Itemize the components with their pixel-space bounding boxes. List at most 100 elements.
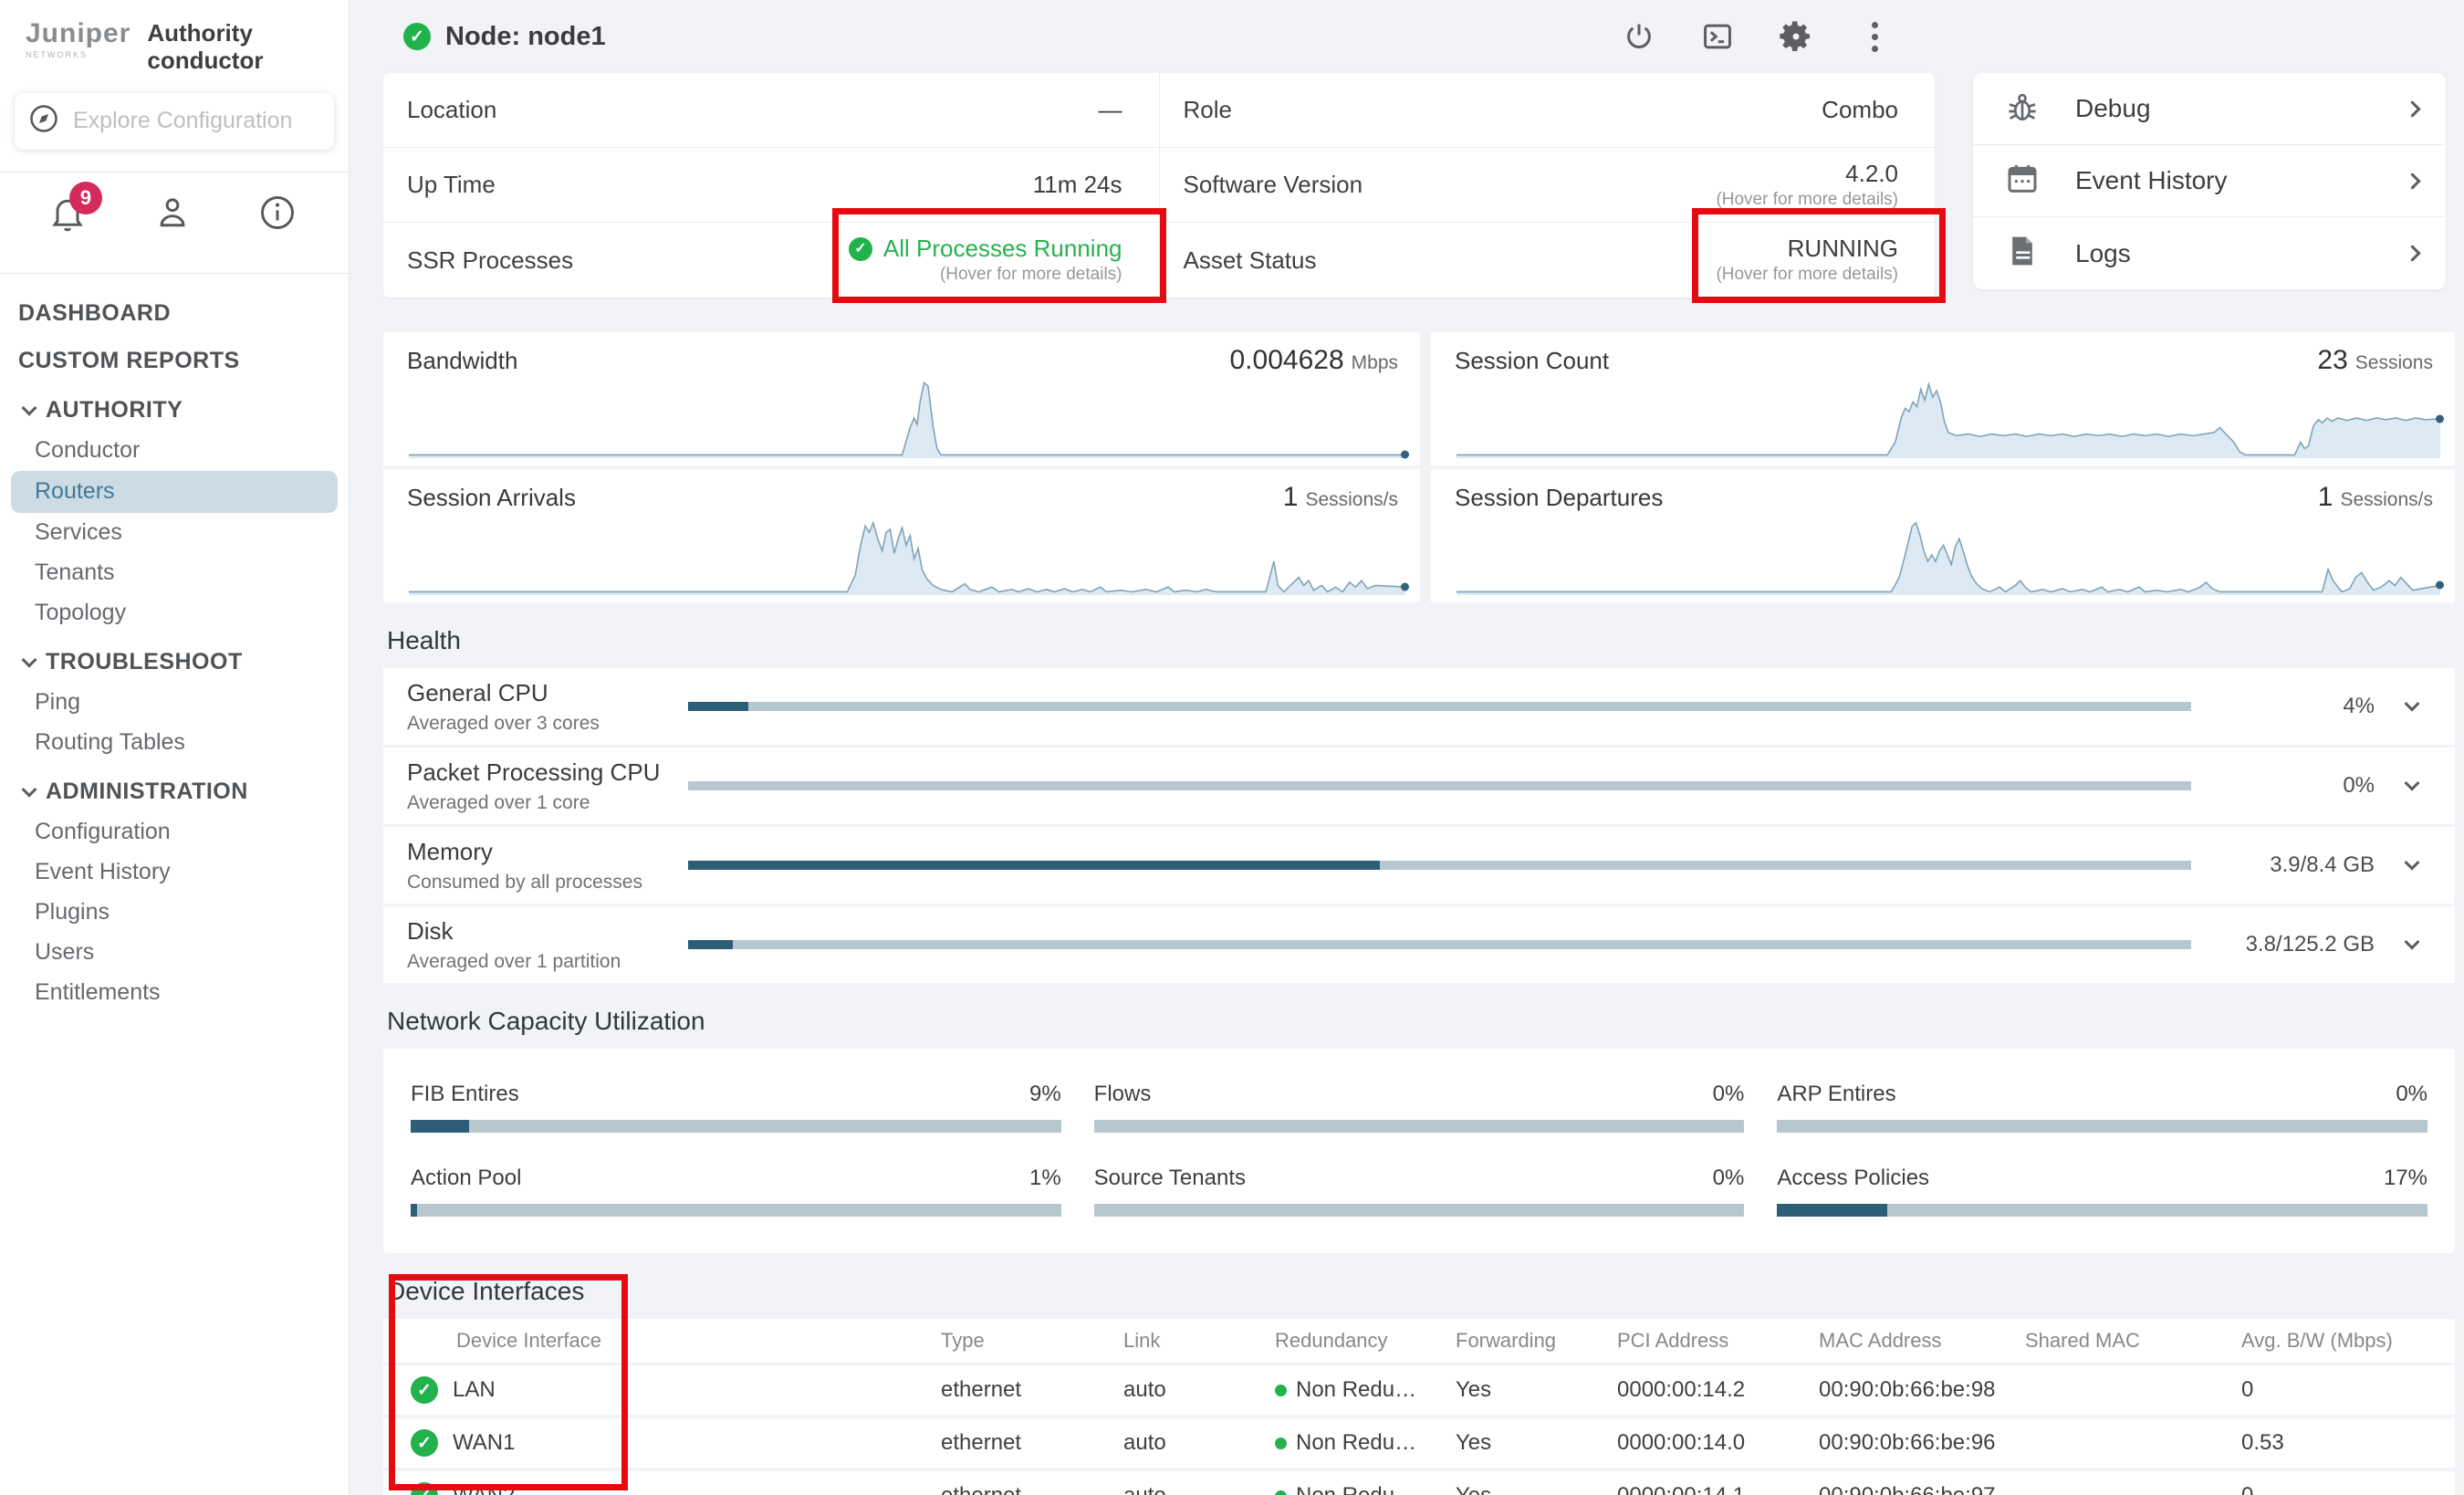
health-label-block: DiskAveraged over 1 partition <box>383 917 688 973</box>
terminal-icon[interactable] <box>1699 18 1736 55</box>
health-sublabel: Averaged over 1 partition <box>407 951 688 973</box>
info-cell-ssr-processes: SSR Processes✓All Processes Running(Hove… <box>383 223 1160 298</box>
interface-avg-bw: 0.53 <box>2241 1430 2455 1456</box>
green-dot-icon <box>1275 1385 1287 1396</box>
sidebar-item-routers[interactable]: Routers <box>11 471 338 513</box>
sidebar-item-users[interactable]: Users <box>0 933 349 973</box>
health-rows: General CPUAveraged over 3 cores4%Packet… <box>383 668 2455 983</box>
redundancy-text: Non Redu… <box>1296 1430 1416 1456</box>
expand-chevron-icon[interactable] <box>2400 701 2424 712</box>
chart-current-value: 0.004628Mbps <box>1230 345 1399 376</box>
sidebar-item-event-history[interactable]: Event History <box>0 852 349 893</box>
bug-icon <box>2004 89 2041 130</box>
sidebar: Juniper NETWORKS Authority conductor <box>0 0 350 1495</box>
chevron-down-icon <box>22 652 37 667</box>
interface-forwarding: Yes <box>1456 1377 1617 1403</box>
health-label: General CPU <box>407 679 688 707</box>
chart-value-number: 0.004628 <box>1230 345 1344 376</box>
sidebar-item-services[interactable]: Services <box>0 513 349 553</box>
sparkline <box>409 515 1405 595</box>
chart-value-unit: Sessions/s <box>2340 489 2433 511</box>
health-heading: Health <box>387 626 2455 655</box>
column-header-link: Link <box>1123 1329 1275 1353</box>
interface-pci-address: 0000:00:14.1 <box>1617 1483 1819 1495</box>
interface-type: ethernet <box>941 1430 1123 1456</box>
notification-badge: 9 <box>69 182 102 214</box>
interface-row-wan2[interactable]: ✓WAN2ethernetautoNon Redu…Yes0000:00:14.… <box>383 1471 2455 1495</box>
interface-mac-address: 00:90:0b:66:be:97 <box>1819 1483 2025 1495</box>
sidebar-item-label: Tenants <box>35 559 115 586</box>
chevron-right-icon <box>2404 245 2420 261</box>
node-status-check-icon: ✓ <box>403 23 431 50</box>
gear-icon[interactable] <box>1778 18 1814 55</box>
health-sublabel: Consumed by all processes <box>407 872 688 894</box>
chart-session-departures: Session Departures1Sessions/s <box>1431 469 2455 602</box>
expand-chevron-icon[interactable] <box>2400 939 2424 950</box>
sidebar-item-label: Services <box>35 519 122 546</box>
calendar-icon <box>2004 161 2041 202</box>
capacity-card: FIB Entires9%Flows0%ARP Entires0%Action … <box>383 1049 2455 1253</box>
sidebar-item-configuration[interactable]: Configuration <box>0 812 349 852</box>
sidebar-item-topology[interactable]: Topology <box>0 593 349 633</box>
interface-mac-address: 00:90:0b:66:be:98 <box>1819 1377 2025 1403</box>
explore-configuration-search[interactable] <box>15 93 334 150</box>
expand-chevron-icon[interactable] <box>2400 860 2424 871</box>
interface-name: WAN1 <box>453 1430 515 1456</box>
health-value: 3.8/125.2 GB <box>2215 932 2375 957</box>
sidebar-item-ping[interactable]: Ping <box>0 683 349 723</box>
expand-chevron-icon[interactable] <box>2400 780 2424 791</box>
column-header-pci-address: PCI Address <box>1617 1329 1819 1353</box>
app-title-line2: conductor <box>147 47 263 75</box>
sidebar-item-dashboard[interactable]: DASHBOARD <box>0 294 349 334</box>
sidebar-item-administration[interactable]: ADMINISTRATION <box>0 772 349 812</box>
capacity-percent: 0% <box>2396 1082 2427 1107</box>
info-value: — <box>1099 96 1122 124</box>
quick-link-debug[interactable]: Debug <box>1973 73 2446 145</box>
info-cell-asset-status: Asset StatusRUNNING(Hover for more detai… <box>1160 223 1936 298</box>
node-header: ✓ Node: node1 <box>383 0 1935 73</box>
interface-row-wan1[interactable]: ✓WAN1ethernetautoNon Redu…Yes0000:00:14.… <box>383 1418 2455 1468</box>
redundancy-text: Non Redu… <box>1296 1483 1416 1495</box>
sidebar-item-custom-reports[interactable]: CUSTOM REPORTS <box>0 341 349 382</box>
sidebar-item-routing-tables[interactable]: Routing Tables <box>0 723 349 763</box>
sparkline-endpoint-dot <box>1401 583 1409 591</box>
user-account-icon[interactable] <box>152 193 193 233</box>
charts-grid: Bandwidth0.004628MbpsSession Count23Sess… <box>383 332 2455 602</box>
sidebar-item-entitlements[interactable]: Entitlements <box>0 973 349 1013</box>
app-root: Juniper NETWORKS Authority conductor <box>0 0 2464 1495</box>
interface-pci-address: 0000:00:14.0 <box>1617 1430 1819 1456</box>
interface-avg-bw: 0 <box>2241 1377 2455 1403</box>
health-progress-track <box>688 940 2191 949</box>
health-value: 4% <box>2215 694 2375 719</box>
check-circle-icon: ✓ <box>849 237 872 261</box>
chart-current-value: 1Sessions/s <box>1283 482 1398 513</box>
capacity-percent: 1% <box>1029 1166 1061 1191</box>
node-title: ✓ Node: node1 <box>383 22 606 52</box>
status-check-icon: ✓ <box>411 1429 438 1457</box>
kebab-menu-icon[interactable] <box>1856 18 1893 55</box>
chevron-right-icon <box>2404 100 2420 117</box>
interface-link: auto <box>1123 1377 1275 1403</box>
notifications-bell-icon[interactable]: 9 <box>47 193 88 233</box>
info-icon[interactable] <box>257 193 298 233</box>
quick-link-label: Debug <box>2075 94 2151 123</box>
interface-name-cell: ✓ WAN1 <box>411 1429 941 1457</box>
sidebar-item-plugins[interactable]: Plugins <box>0 893 349 933</box>
sidebar-item-conductor[interactable]: Conductor <box>0 431 349 471</box>
app-title-line1: Authority <box>147 20 263 47</box>
chart-title: Session Arrivals <box>407 484 576 512</box>
health-value: 0% <box>2215 773 2375 799</box>
sidebar-item-tenants[interactable]: Tenants <box>0 553 349 593</box>
interface-row-lan[interactable]: ✓LANethernetautoNon Redu…Yes0000:00:14.2… <box>383 1365 2455 1415</box>
quick-link-event-history[interactable]: Event History <box>1973 145 2446 217</box>
quick-link-logs[interactable]: Logs <box>1973 217 2446 289</box>
info-label: Up Time <box>407 171 496 199</box>
power-icon[interactable] <box>1621 18 1657 55</box>
sidebar-item-authority[interactable]: AUTHORITY <box>0 391 349 431</box>
sidebar-item-troubleshoot[interactable]: TROUBLESHOOT <box>0 643 349 683</box>
sidebar-item-label: Topology <box>35 600 126 626</box>
sparkline <box>1456 515 2440 595</box>
capacity-track <box>411 1120 1061 1133</box>
interface-avg-bw: 0 <box>2241 1483 2455 1495</box>
search-input[interactable] <box>73 108 367 134</box>
